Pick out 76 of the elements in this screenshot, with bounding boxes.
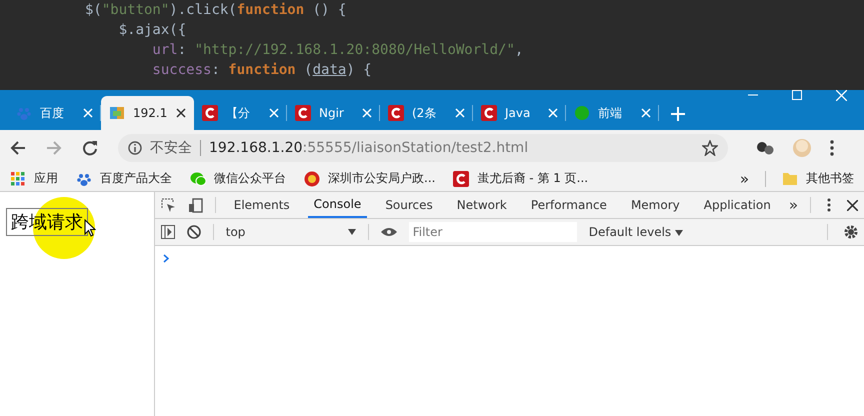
c-logo-icon	[202, 105, 218, 121]
colorful-square-icon	[109, 105, 125, 121]
c-logo-icon	[481, 105, 497, 121]
bookmark-item[interactable]: 微信公众平台	[190, 170, 286, 187]
log-levels-select[interactable]: Default levels	[588, 225, 683, 239]
code-token: (	[303, 61, 313, 80]
browser-tab[interactable]: Java	[473, 96, 566, 130]
code-token: $.ajax({	[118, 21, 186, 40]
browser-tab[interactable]: 前端	[566, 96, 659, 130]
apps-grid-icon	[10, 170, 26, 186]
folder-icon	[782, 170, 798, 186]
device-icon[interactable]	[188, 198, 203, 212]
code-token: :	[211, 61, 221, 80]
browser-tab[interactable]: 百度	[8, 96, 101, 130]
devtools-tab[interactable]: Application	[698, 192, 777, 218]
browser-tab[interactable]: 192.1	[101, 96, 194, 130]
cursor-icon	[84, 219, 96, 237]
prompt-icon	[162, 254, 169, 263]
back-icon[interactable]	[10, 140, 26, 156]
caret-icon[interactable]	[675, 230, 683, 236]
bookmark-folder[interactable]: 其他书签	[782, 170, 854, 187]
c-logo-icon	[453, 170, 470, 186]
filter-field[interactable]: Filter	[408, 222, 577, 242]
menu-icon[interactable]	[830, 140, 834, 156]
more-tabs-button[interactable]: »	[788, 196, 798, 214]
bookmark-item[interactable]: 深圳市公安局户政...	[304, 170, 436, 187]
code-token: "button"	[102, 1, 170, 20]
devtools-tab[interactable]: Elements	[228, 192, 296, 218]
devtools-tab[interactable]: Network	[450, 192, 513, 218]
code-token: "http://192.168.1.20:8080/HelloWorld/"	[194, 41, 515, 60]
c-logo-icon	[295, 105, 311, 121]
new-tab-icon[interactable]	[671, 107, 685, 121]
code-token: () {	[312, 1, 346, 20]
caret-icon[interactable]	[348, 229, 356, 235]
reload-icon[interactable]	[82, 140, 98, 156]
chat-icon	[190, 170, 206, 186]
code-token: ,	[514, 41, 524, 60]
code-token: url	[151, 41, 178, 60]
code-token: :	[178, 41, 188, 60]
code-token: ) {	[346, 61, 372, 80]
address-bar[interactable]: 不安全 192.168.1.20:55555/liaisonStation/test2.html	[118, 134, 728, 162]
context-select[interactable]: top	[226, 225, 356, 239]
info-icon[interactable]	[128, 141, 142, 155]
url-text: 192.168.1.20:55555/liaisonStation/test2.html	[209, 140, 528, 156]
more-bookmarks-button[interactable]: »	[740, 170, 749, 188]
devtools-tab[interactable]: Sources	[379, 192, 439, 218]
browser-tab[interactable]: Ngir	[287, 96, 380, 130]
code-token: ).click(	[169, 1, 237, 20]
c-logo-icon	[388, 105, 404, 121]
close-icon[interactable]	[847, 200, 858, 210]
code-token: $(	[85, 1, 102, 20]
bookmark-item[interactable]: 百度产品大全	[76, 170, 172, 187]
code-token: function	[236, 1, 304, 20]
browser-tab[interactable]: (2条	[380, 96, 473, 130]
code-token: data	[312, 61, 346, 80]
close-icon[interactable]	[176, 108, 186, 118]
bookmark-item[interactable]: 蚩尤后裔 - 第 1 页...	[453, 170, 588, 187]
devtools-tab[interactable]: Performance	[524, 192, 613, 218]
settings-icon[interactable]	[844, 225, 858, 239]
round-icon	[574, 105, 590, 121]
eye-icon[interactable]	[380, 227, 397, 237]
paw-icon	[16, 105, 32, 121]
security-label: 不安全	[150, 139, 192, 157]
browser-tab[interactable]: 【分	[194, 96, 287, 130]
extension-icon[interactable]	[756, 140, 774, 156]
devtools-tab[interactable]: Memory	[624, 192, 686, 218]
code-token: function	[228, 61, 296, 80]
code-token: success	[151, 61, 212, 80]
bookmark-item[interactable]: 应用	[10, 170, 58, 187]
menu-icon[interactable]	[827, 198, 831, 212]
clear-icon[interactable]	[186, 225, 201, 239]
inspect-icon[interactable]	[160, 198, 176, 212]
star-icon[interactable]	[702, 140, 718, 156]
maximize-icon[interactable]	[792, 90, 802, 100]
emblem-icon	[304, 170, 320, 186]
sidebar-icon[interactable]	[160, 225, 175, 239]
